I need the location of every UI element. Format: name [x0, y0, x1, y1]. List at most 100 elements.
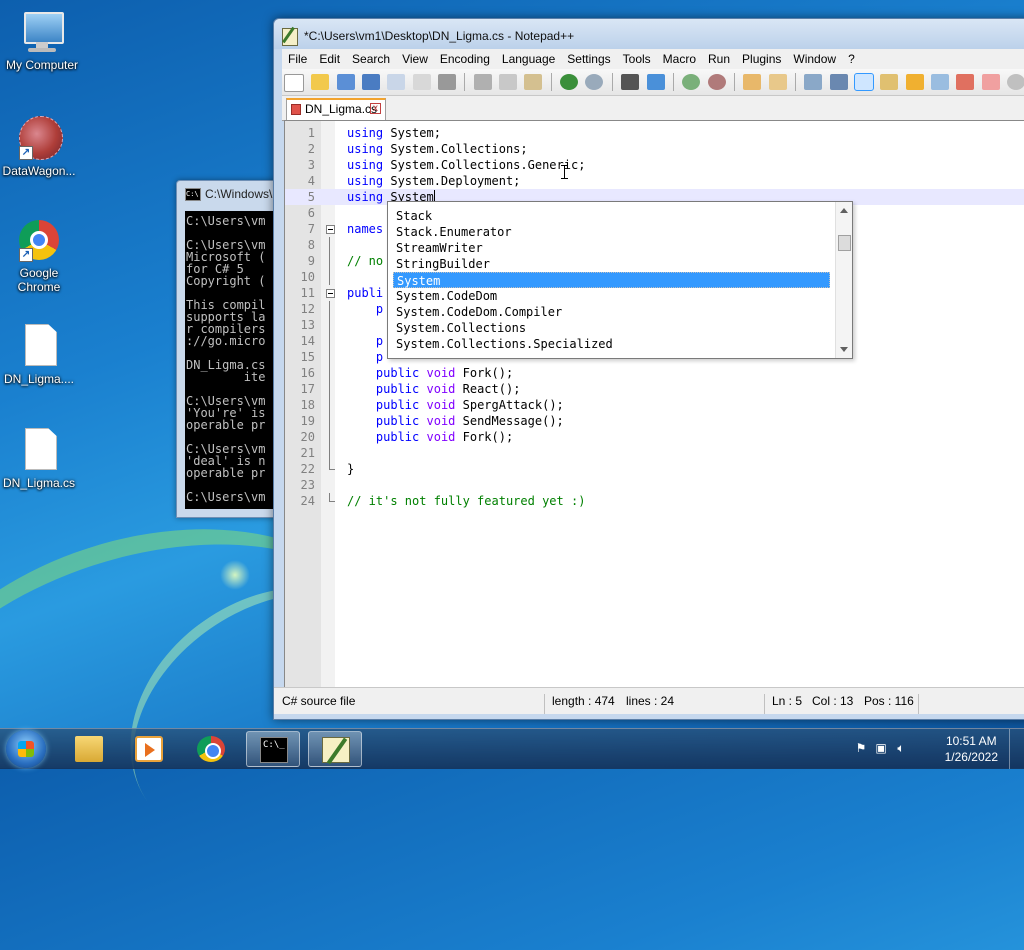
- autocomplete-item[interactable]: StringBuilder: [393, 256, 833, 272]
- desktop-icon-label: DN_Ligma....: [3, 372, 75, 386]
- autocomplete-list[interactable]: Stack Stack.Enumerator StreamWriter StringB…: [387, 201, 853, 359]
- scroll-thumb[interactable]: [838, 235, 851, 251]
- menu-item[interactable]: Encoding: [434, 49, 496, 69]
- chrome-icon: ↗: [15, 216, 63, 264]
- toolbar: [282, 69, 1024, 96]
- sync-vertical-icon[interactable]: [743, 74, 762, 90]
- redo-icon[interactable]: [585, 74, 604, 90]
- sync-horizontal-icon[interactable]: [768, 74, 787, 90]
- close-all-icon[interactable]: [412, 74, 431, 90]
- scroll-up-arrow-icon[interactable]: [840, 208, 848, 213]
- undo-icon[interactable]: [560, 74, 579, 90]
- autocomplete-item[interactable]: System.Collections: [393, 320, 833, 336]
- autocomplete-item-selected[interactable]: System: [393, 272, 830, 288]
- taskbar-explorer[interactable]: [62, 731, 116, 767]
- new-file-icon[interactable]: [284, 74, 304, 92]
- folder-as-workspace-icon[interactable]: [956, 74, 975, 90]
- menu-item[interactable]: Plugins: [736, 49, 787, 69]
- scroll-down-arrow-icon[interactable]: [840, 347, 848, 352]
- taskbar-notepadpp[interactable]: [308, 731, 362, 767]
- code-line: 23: [300, 478, 315, 492]
- taskbar-chrome[interactable]: [184, 731, 238, 767]
- autocomplete-item[interactable]: StreamWriter: [393, 240, 833, 256]
- status-lines: lines : 24: [626, 694, 675, 708]
- autocomplete-item[interactable]: System.Collections.Specialized: [393, 336, 833, 352]
- menu-item[interactable]: File: [282, 49, 313, 69]
- autocomplete-item[interactable]: Stack: [393, 208, 833, 224]
- clock[interactable]: 10:51 AM 1/26/2022: [945, 733, 998, 765]
- menu-item[interactable]: Run: [702, 49, 736, 69]
- menu-item[interactable]: Language: [496, 49, 561, 69]
- autocomplete-item[interactable]: Stack.Enumerator: [393, 224, 833, 240]
- taskbar-cmd[interactable]: C:\_: [246, 731, 300, 767]
- doc-map-icon[interactable]: [905, 74, 924, 90]
- start-button[interactable]: [6, 730, 46, 768]
- notepadpp-window[interactable]: *C:\Users\vm1\Desktop\DN_Ligma.cs - Note…: [273, 18, 1024, 720]
- show-desktop-button[interactable]: [1009, 729, 1024, 769]
- doc-switcher-icon[interactable]: [981, 74, 1000, 90]
- desktop-icon-label: DN_Ligma.cs: [2, 476, 76, 490]
- desktop-icon-dn-ligma-1[interactable]: DN_Ligma....: [0, 322, 81, 386]
- paste-icon[interactable]: [524, 74, 543, 90]
- show-all-chars-icon[interactable]: [829, 74, 848, 90]
- cmd-console-output[interactable]: C:\Users\vm C:\Users\vm Microsoft (for C# …: [185, 211, 277, 509]
- menu-item[interactable]: Edit: [313, 49, 346, 69]
- network-icon[interactable]: ▣: [874, 741, 888, 755]
- udl-icon[interactable]: [880, 74, 899, 90]
- replace-icon[interactable]: [646, 74, 665, 90]
- toolbar-separator: [733, 73, 735, 91]
- zoom-in-icon[interactable]: [682, 74, 701, 90]
- file-icon: [15, 322, 63, 370]
- cmd-titlebar[interactable]: C:\ C:\Windows\: [177, 181, 277, 207]
- shortcut-arrow-icon: ↗: [19, 146, 33, 160]
- desktop-icon-datawagon[interactable]: ↗ DataWagon...: [0, 114, 81, 178]
- desktop-icon-my-computer[interactable]: My Computer: [0, 8, 84, 72]
- save-all-icon[interactable]: [362, 74, 381, 90]
- toolbar-separator: [672, 73, 674, 91]
- clock-time: 10:51 AM: [945, 734, 997, 748]
- taskbar: C:\_ ⚑ ▣ 🔈︎ 10:51 AM 1/26/2022: [0, 728, 1024, 769]
- volume-icon[interactable]: 🔈︎: [894, 741, 908, 755]
- toolbar-separator: [794, 73, 796, 91]
- system-tray: ⚑ ▣ 🔈︎ 10:51 AM 1/26/2022: [844, 729, 1024, 769]
- action-center-icon[interactable]: ⚑: [854, 741, 868, 755]
- desktop-icon-dn-ligma-cs[interactable]: DN_Ligma.cs: [0, 426, 81, 490]
- menu-item[interactable]: ?: [842, 49, 861, 69]
- desktop-icon-label: Google Chrome: [17, 266, 61, 294]
- tab-bar: DN_Ligma.cs x: [282, 96, 1024, 121]
- toolbar-separator: [550, 73, 552, 91]
- autocomplete-scrollbar[interactable]: [835, 202, 852, 358]
- menu-item[interactable]: Search: [346, 49, 396, 69]
- open-file-icon[interactable]: [311, 74, 330, 90]
- desktop-icon-google-chrome[interactable]: ↗ Google Chrome: [0, 216, 81, 294]
- menu-item[interactable]: Window: [787, 49, 842, 69]
- tab-dn-ligma[interactable]: DN_Ligma.cs x: [286, 98, 386, 120]
- monitoring-icon[interactable]: [1007, 74, 1024, 90]
- menu-item[interactable]: View: [396, 49, 434, 69]
- npp-window-title: *C:\Users\vm1\Desktop\DN_Ligma.cs - Note…: [304, 29, 575, 43]
- desktop-icon-label: DataWagon...: [2, 164, 76, 178]
- fold-toggle-icon[interactable]: [326, 225, 335, 234]
- copy-icon[interactable]: [499, 74, 518, 90]
- function-list-icon[interactable]: [930, 74, 949, 90]
- autocomplete-item[interactable]: System.CodeDom: [393, 288, 833, 304]
- shortcut-arrow-icon: ↗: [19, 248, 33, 262]
- menu-item[interactable]: Tools: [617, 49, 657, 69]
- close-icon[interactable]: x: [370, 103, 381, 114]
- menu-item[interactable]: Settings: [561, 49, 616, 69]
- save-icon[interactable]: [336, 74, 355, 90]
- taskbar-media-player[interactable]: [122, 731, 176, 767]
- menu-item[interactable]: Macro: [657, 49, 702, 69]
- cut-icon[interactable]: [473, 74, 492, 90]
- toolbar-separator: [464, 73, 466, 91]
- print-icon[interactable]: [438, 74, 457, 90]
- autocomplete-item[interactable]: System.CodeDom.Compiler: [393, 304, 833, 320]
- zoom-out-icon[interactable]: [707, 74, 726, 90]
- cmd-window[interactable]: C:\ C:\Windows\ C:\Users\vm C:\Users\vm Mi…: [176, 180, 278, 518]
- find-icon[interactable]: [621, 74, 640, 90]
- indent-guide-icon[interactable]: [853, 73, 874, 91]
- word-wrap-icon[interactable]: [804, 74, 823, 90]
- fold-toggle-icon[interactable]: [326, 289, 335, 298]
- close-file-icon[interactable]: [387, 74, 406, 90]
- npp-titlebar[interactable]: *C:\Users\vm1\Desktop\DN_Ligma.cs - Note…: [274, 19, 1024, 49]
